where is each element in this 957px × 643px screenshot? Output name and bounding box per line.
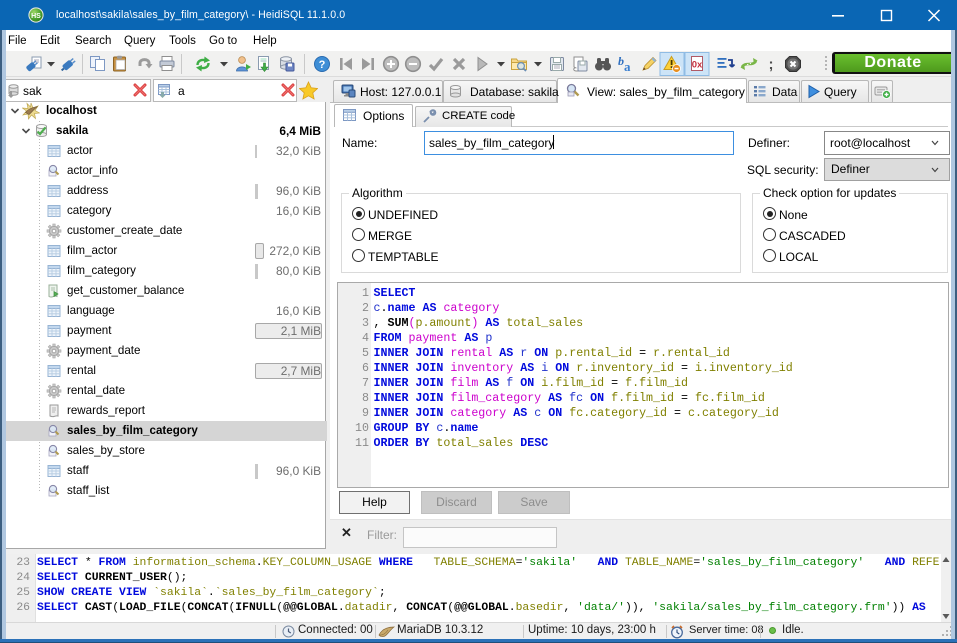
svg-text:a: a bbox=[624, 59, 631, 74]
svg-text:;: ; bbox=[769, 56, 774, 73]
svg-text:?: ? bbox=[319, 59, 326, 71]
svg-text:0x: 0x bbox=[692, 60, 703, 71]
svg-text:HS: HS bbox=[31, 13, 41, 20]
